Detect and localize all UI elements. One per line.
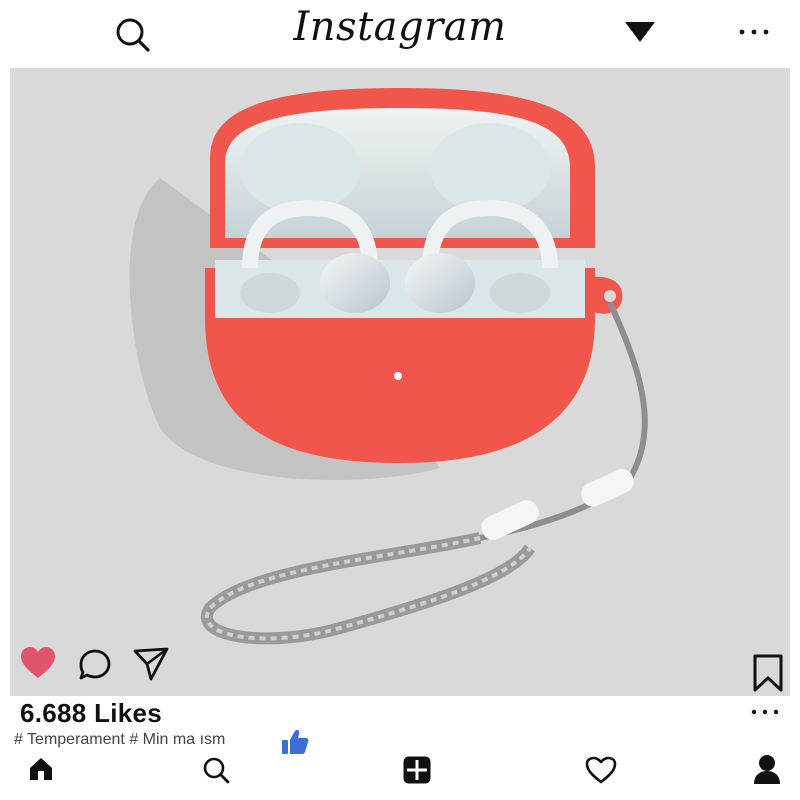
share-icon[interactable] (132, 646, 170, 682)
bottom-nav (0, 748, 800, 800)
nav-search-icon[interactable] (202, 756, 230, 784)
activity-heart-icon[interactable] (585, 756, 617, 784)
add-post-icon[interactable] (402, 755, 432, 785)
caret-down-icon[interactable] (623, 20, 657, 44)
app-logo: Instagram (293, 4, 507, 50)
heart-icon[interactable] (20, 646, 56, 680)
top-bar: Instagram (0, 0, 800, 66)
post-more-icon[interactable] (750, 708, 780, 716)
comment-icon[interactable] (78, 648, 112, 682)
earbud-case-illustration (129, 88, 648, 645)
caption-hashtags[interactable]: # Temperament # Min ma ısm (14, 731, 225, 749)
likes-count[interactable]: 6.688 Likes (20, 698, 162, 729)
post-image[interactable] (10, 68, 790, 696)
profile-icon[interactable] (752, 753, 782, 785)
bookmark-icon[interactable] (752, 654, 784, 692)
more-icon[interactable] (738, 27, 770, 37)
home-icon[interactable] (28, 756, 54, 782)
